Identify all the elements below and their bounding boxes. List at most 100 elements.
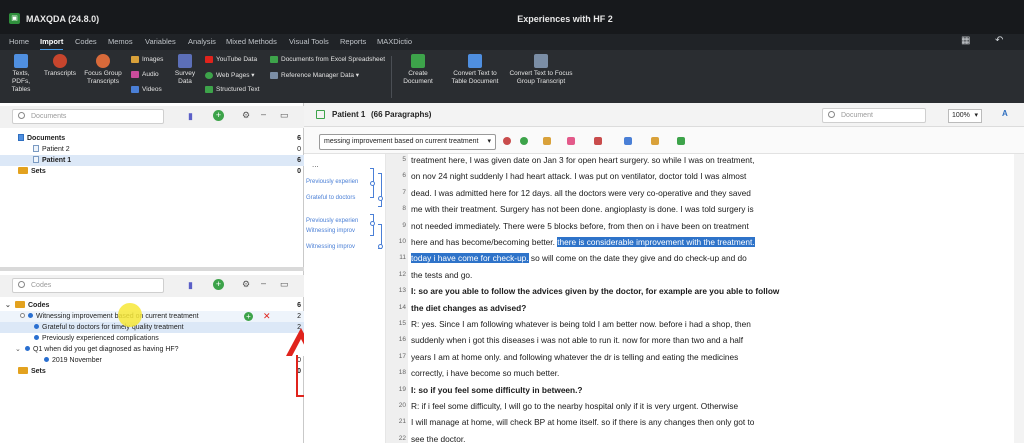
document-item[interactable]: Patient 2 0 [0, 144, 304, 155]
text-line[interactable]: here and has become/becoming better. the… [411, 237, 755, 247]
menu-codes[interactable]: Codes [75, 37, 97, 46]
minimize-icon[interactable]: – [261, 109, 266, 119]
create-document-button[interactable]: Create Document [398, 54, 438, 86]
text-line[interactable]: the diet changes as advised? [411, 303, 526, 313]
text-line[interactable]: R: if i feel some difficulty, I will go … [411, 401, 738, 411]
text-line[interactable]: correctly, i have become so much better. [411, 368, 559, 378]
text-line[interactable]: dead. I was admitted here for 12 days. a… [411, 188, 751, 198]
pen-icon[interactable] [594, 137, 602, 145]
line-number: 8 [402, 205, 406, 213]
document-scrollbar[interactable] [1014, 154, 1024, 443]
add-icon[interactable]: + [244, 312, 253, 321]
import-survey-button[interactable]: Survey Data [172, 54, 198, 86]
documents-root[interactable]: Documents 6 [0, 133, 304, 144]
code-icon[interactable] [503, 137, 511, 145]
import-structured-button[interactable]: Structured Text [205, 86, 260, 93]
close-icon[interactable]: ✕ [263, 311, 271, 322]
menu-home[interactable]: Home [9, 37, 29, 46]
highlight-icon[interactable] [520, 137, 528, 145]
more-icon[interactable]: ... [312, 160, 319, 169]
text-line[interactable]: treatment here, I was given date on Jan … [411, 155, 754, 165]
menu-variables[interactable]: Variables [145, 37, 176, 46]
stripe-label[interactable]: Witnessing improv [306, 244, 355, 250]
text-line[interactable]: years I am at home only. and following w… [411, 352, 738, 362]
panel-expand-icon[interactable]: ▭ [280, 110, 289, 121]
text-line[interactable]: the tests and go. [411, 270, 472, 280]
text-line[interactable]: on nov 24 night suddenly I had heart att… [411, 171, 746, 181]
codes-root[interactable]: ⌄ Codes 6 [0, 300, 304, 311]
chevron-down-icon[interactable]: ⌄ [5, 300, 15, 311]
code-item[interactable]: ⌄ Q1 when did you get diagnosed as having… [0, 344, 304, 355]
document-sets[interactable]: Sets 0 [0, 166, 304, 177]
import-focus-group-button[interactable]: Focus Group Transcripts [80, 54, 126, 86]
chevron-down-icon[interactable]: ⌄ [15, 344, 25, 355]
text-line[interactable]: suddenly when i got this diseases i was … [411, 335, 743, 345]
menu-mixed-methods[interactable]: Mixed Methods [226, 37, 277, 46]
code-item[interactable]: Previously experienced complications 2 [0, 333, 304, 344]
import-excel-button[interactable]: Documents from Excel Spreadsheet [270, 56, 385, 63]
document-item-selected[interactable]: Patient 1 6 [0, 155, 304, 166]
coding-bracket[interactable] [378, 173, 382, 207]
import-audio-button[interactable]: Audio [131, 71, 159, 78]
import-videos-button[interactable]: Videos [131, 86, 162, 93]
link-icon[interactable] [651, 137, 659, 145]
import-texts-button[interactable]: Texts, PDFs, Tables [3, 54, 39, 94]
code-item[interactable]: 2019 November 0 [0, 355, 304, 366]
code-item[interactable]: Grateful to doctors for timely quality t… [0, 322, 304, 333]
undo-icon[interactable]: ↶ [995, 35, 1003, 46]
code-icon [44, 357, 49, 362]
import-transcripts-button[interactable]: Transcripts [42, 54, 78, 78]
menu-reports[interactable]: Reports [340, 37, 366, 46]
coded-segment[interactable]: there is considerable improvement with t… [557, 237, 755, 247]
emoji-code-icon[interactable] [567, 137, 575, 145]
text-line[interactable]: I will manage at home, will check BP at … [411, 417, 754, 427]
text-line[interactable]: I: so are you able to follow the advices… [411, 286, 779, 296]
gear-icon[interactable]: ⚙ [242, 279, 250, 290]
codes-search[interactable]: Codes [12, 278, 164, 293]
menu-visual-tools[interactable]: Visual Tools [289, 37, 329, 46]
text-line[interactable]: today i have come for check-up. so will … [411, 253, 747, 264]
add-icon[interactable]: + [213, 279, 224, 290]
import-youtube-button[interactable]: YouTube Data [205, 56, 257, 63]
minimize-icon[interactable]: – [261, 278, 266, 288]
panel-divider[interactable] [0, 267, 304, 271]
zoom-select[interactable]: 100% ▾ [948, 109, 982, 123]
line-number: 21 [398, 418, 406, 426]
import-refmgr-button[interactable]: Reference Manager Data ▾ [270, 71, 359, 79]
documents-search[interactable]: Documents [12, 109, 164, 124]
text-line[interactable]: me with their treatment. Surgery has not… [411, 204, 754, 214]
edit-document-icon[interactable] [316, 110, 325, 119]
text-line[interactable]: see the doctor. [411, 434, 465, 444]
new-document-icon[interactable]: ▮ [188, 111, 193, 122]
in-vivo-icon[interactable] [543, 137, 551, 145]
document-search[interactable]: Document [822, 108, 926, 123]
import-webpages-button[interactable]: Web Pages ▾ [205, 71, 255, 79]
new-code-icon[interactable]: ▮ [188, 280, 193, 291]
font-size-icon[interactable]: A [1002, 109, 1008, 118]
menu-analysis[interactable]: Analysis [188, 37, 216, 46]
coded-segment[interactable]: today i have come for check-up. [411, 253, 529, 264]
stripe-label[interactable]: Previously experien [306, 179, 358, 185]
stripe-label[interactable]: Witnessing improv [306, 228, 355, 234]
text-line[interactable]: I: so if you feel some difficulty in bet… [411, 385, 583, 395]
line-number: 5 [402, 156, 406, 163]
text-line[interactable]: R: yes. Since I am following whatever is… [411, 319, 751, 329]
menu-maxdictio[interactable]: MAXDictio [377, 37, 412, 46]
menu-memos[interactable]: Memos [108, 37, 133, 46]
code-item[interactable]: Witnessing improvement based on current … [0, 311, 304, 322]
convert-focus-button[interactable]: Convert Text to Focus Group Transcript [505, 54, 577, 86]
code-selector-dropdown[interactable]: messing improvement based on current tre… [319, 134, 496, 150]
stripe-label[interactable]: Grateful to doctors [306, 195, 355, 201]
text-line[interactable]: not needed immediately. There were 5 blo… [411, 221, 749, 231]
convert-table-button[interactable]: Convert Text to Table Document [447, 54, 503, 86]
add-icon[interactable]: + [213, 110, 224, 121]
panel-expand-icon[interactable]: ▭ [280, 279, 289, 290]
lock-icon[interactable] [677, 137, 685, 145]
grid-icon[interactable]: ▦ [961, 35, 970, 46]
code-sets[interactable]: Sets 0 [0, 366, 304, 377]
gear-icon[interactable]: ⚙ [242, 110, 250, 121]
import-images-button[interactable]: Images [131, 56, 163, 63]
memo-icon[interactable] [624, 137, 632, 145]
stripe-label[interactable]: Previously experien [306, 218, 358, 224]
menu-import[interactable]: Import [40, 37, 64, 51]
